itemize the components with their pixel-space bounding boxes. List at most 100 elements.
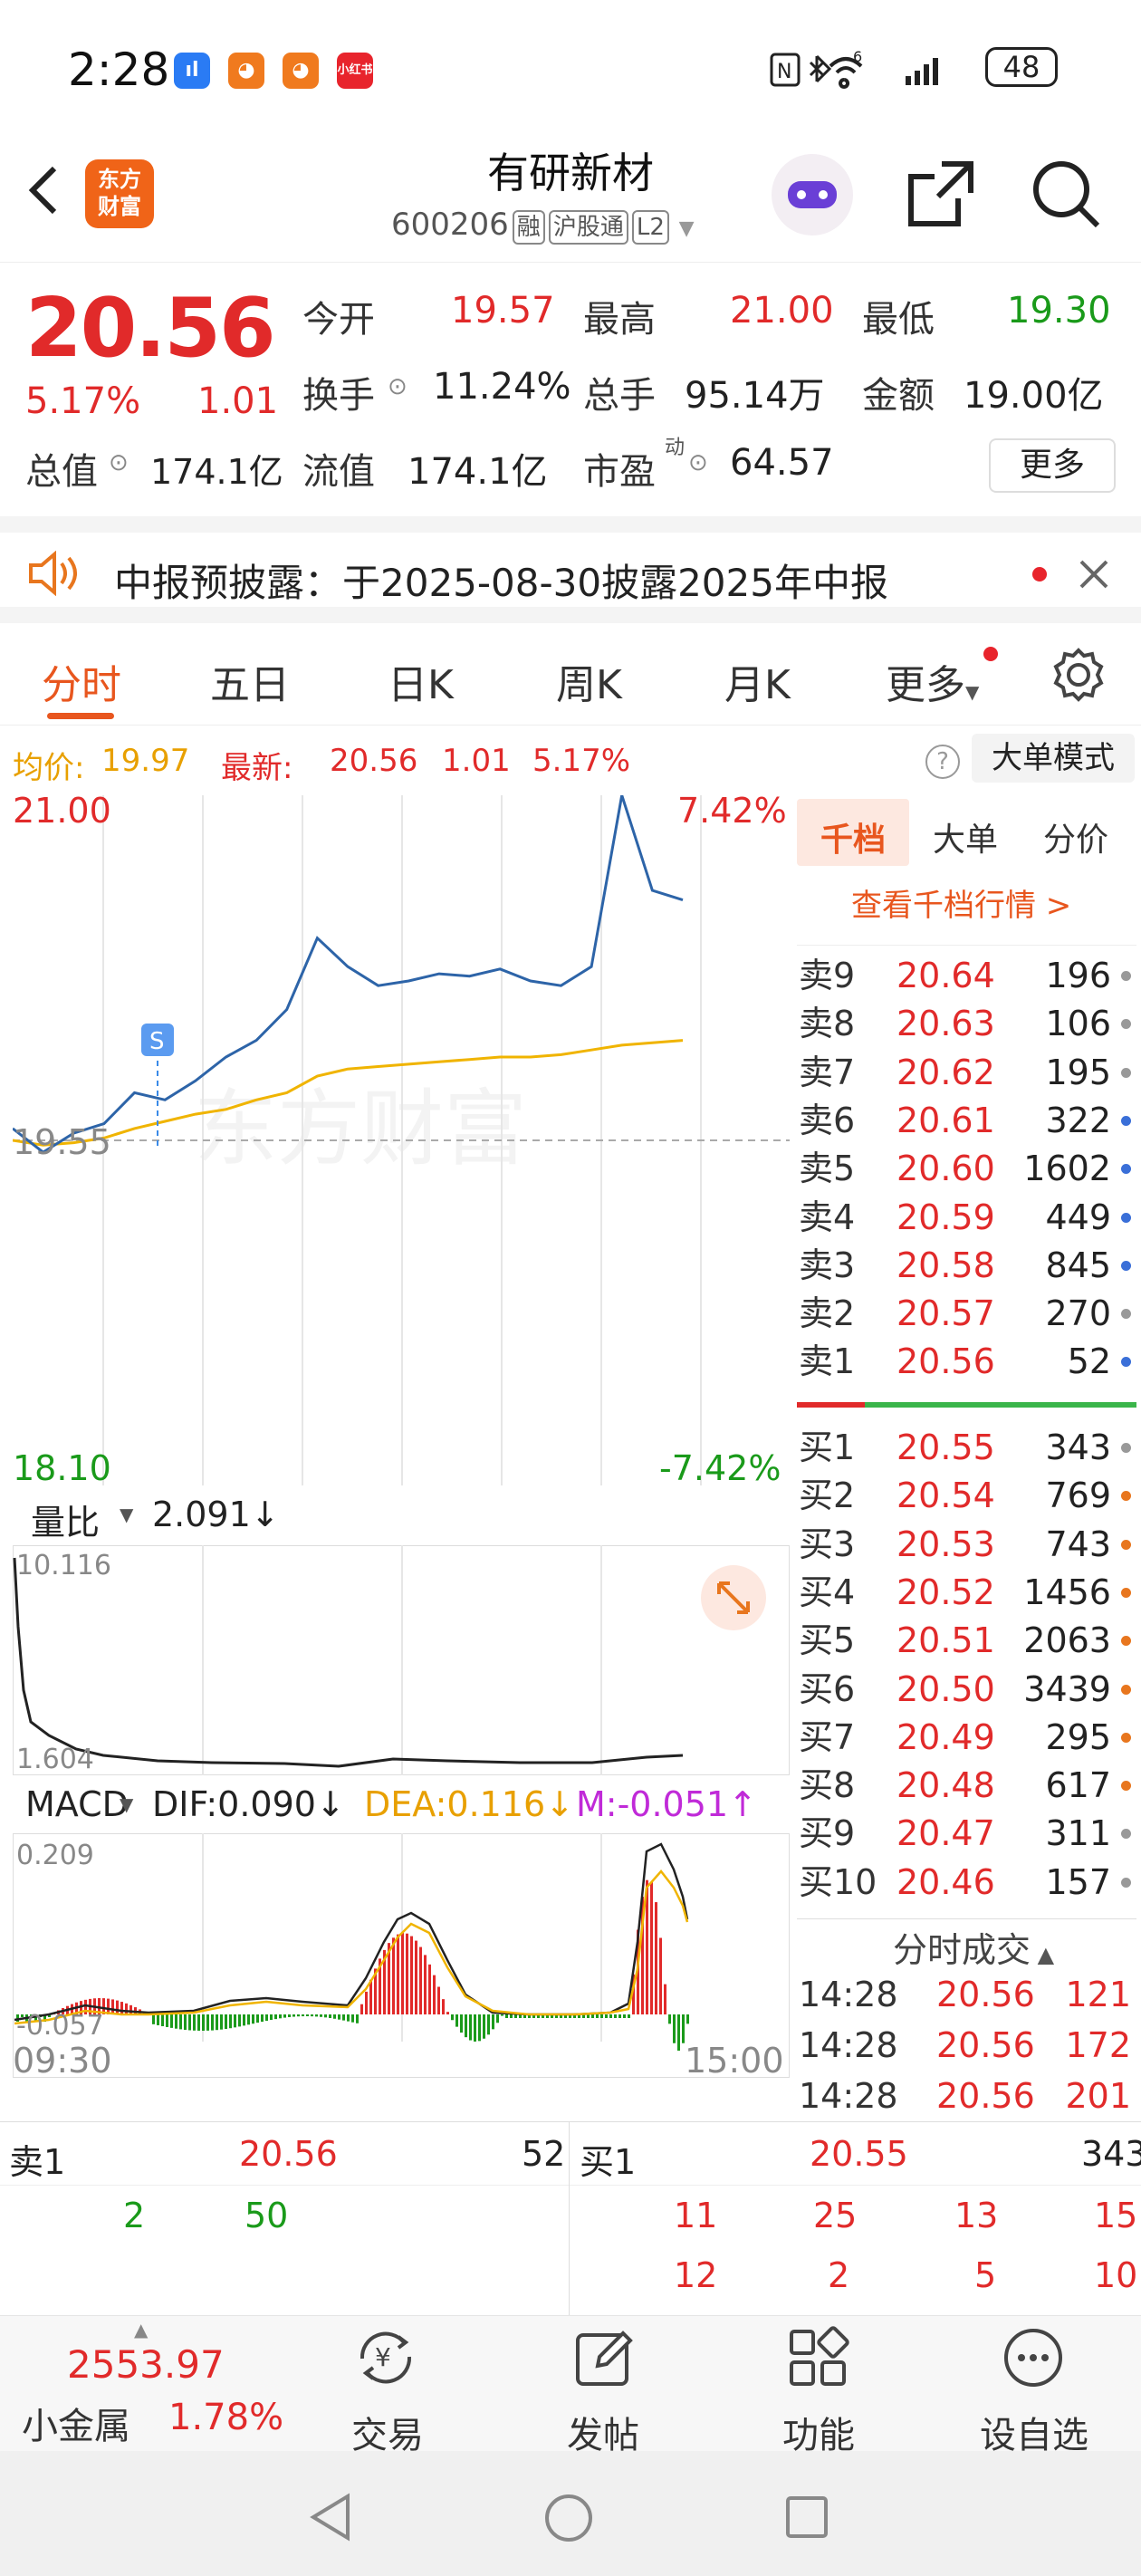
low-label: 最低	[862, 299, 935, 341]
functions-grid-icon[interactable]	[786, 2326, 849, 2389]
macd-bar	[442, 1999, 445, 2014]
tab-five-day[interactable]: 五日	[210, 652, 290, 710]
macd-bar	[668, 2014, 671, 2024]
ask-row: 卖2 20.57 270	[797, 1290, 1136, 1338]
bid-dot-icon	[1121, 1587, 1131, 1598]
view-thousand-levels-link[interactable]: 查看千档行情 >	[851, 880, 1071, 925]
open-label: 今开	[302, 299, 375, 341]
bid-volume: 743	[1045, 1523, 1111, 1564]
search-icon[interactable]	[1031, 159, 1101, 229]
settings-gear-icon[interactable]	[1050, 647, 1107, 703]
macd-bar	[320, 2014, 322, 2017]
macd-bar	[188, 2014, 191, 2031]
macd-bar	[265, 2014, 268, 2022]
ticks-title[interactable]: 分时成交 ▲	[893, 1922, 1054, 1972]
bid-row: 买1 20.55 343	[797, 1424, 1136, 1472]
queue-sell-price: 20.56	[239, 2134, 338, 2174]
chart-mid-price: 19.55	[13, 1122, 111, 1162]
help-icon[interactable]: ?	[925, 745, 960, 779]
ask-volume: 196	[1045, 956, 1111, 995]
ask-dot-icon	[1121, 1164, 1131, 1175]
volume-label: 总手	[583, 375, 656, 417]
index-pct[interactable]: 1.78%	[168, 2397, 283, 2438]
ask-level: 卖4	[799, 1197, 856, 1237]
tab-intraday[interactable]: 分时	[42, 652, 121, 710]
system-back-icon[interactable]	[308, 2493, 353, 2542]
tick-time: 14:28	[799, 2076, 898, 2116]
macd-bar	[234, 2014, 236, 2028]
ask-row: 卖6 20.61 322	[797, 1097, 1136, 1145]
queue-buy-order: 13	[954, 2196, 999, 2235]
macd-bar	[329, 2014, 331, 2019]
vr-value: 2.091↓	[152, 1495, 280, 1534]
ask-dot-icon	[1121, 1212, 1131, 1223]
last-change-value: 1.01	[442, 743, 511, 779]
dropdown-caret-icon[interactable]: ▼	[120, 1793, 133, 1815]
xiaohongshu-app-icon: 小红书	[337, 53, 373, 89]
macd-bar	[193, 2014, 196, 2031]
queue-sell-order: 2	[123, 2196, 146, 2235]
macd-label: MACD	[25, 1784, 129, 1824]
dropdown-caret-icon[interactable]: ▼	[120, 1504, 133, 1525]
close-icon[interactable]	[1076, 556, 1112, 592]
index-name[interactable]: 小金属	[22, 2397, 130, 2449]
tab-daily-k[interactable]: 日K	[388, 652, 454, 710]
status-time: 2:28	[68, 43, 170, 96]
share-icon[interactable]	[906, 159, 976, 229]
notice-bar[interactable]: 中报预披露：于2025-08-30披露2025年中报	[0, 516, 1141, 623]
macd-bar	[179, 2014, 182, 2030]
tab-more-dot	[983, 647, 998, 661]
tab-weekly-k[interactable]: 周K	[556, 652, 622, 710]
battery-indicator: 48	[985, 47, 1058, 87]
ob-tab-thousand[interactable]: 千档	[820, 813, 886, 860]
volume-ratio-header[interactable]: 量比 ▼ 2.091↓	[13, 1489, 790, 1543]
macd-bar	[225, 2014, 227, 2029]
chart-top-price: 21.00	[13, 795, 111, 831]
macd-bar	[600, 2014, 603, 2018]
macd-chart[interactable]: 0.209 -0.057 09:30 15:00	[13, 1833, 790, 2078]
system-home-icon[interactable]	[543, 2493, 594, 2543]
bid-level: 买4	[799, 1572, 856, 1612]
info-circle-icon[interactable]: ⊙	[109, 449, 129, 476]
trade-icon[interactable]: ¥	[353, 2326, 420, 2389]
macd-bar	[238, 2014, 241, 2027]
vr-min-label: 1.604	[16, 1744, 94, 1775]
margin-tag: 融	[512, 210, 545, 245]
macd-bar	[650, 1881, 653, 2014]
connect-tag: 沪股通	[548, 210, 628, 245]
add-watchlist-icon[interactable]	[1002, 2326, 1065, 2389]
macd-bar	[229, 2014, 232, 2029]
tab-monthly-k[interactable]: 月K	[724, 652, 791, 710]
ask-level: 卖9	[799, 956, 856, 995]
index-value[interactable]: 2553.97	[67, 2342, 225, 2387]
volume-ratio-chart[interactable]: 10.116 1.604	[13, 1545, 790, 1775]
info-circle-icon[interactable]: ⊙	[388, 373, 408, 400]
macd-bar	[324, 2014, 327, 2018]
macd-bar	[125, 2003, 128, 2014]
ob-tab-big-orders[interactable]: 大单	[933, 813, 998, 860]
info-circle-icon[interactable]: ⊙	[688, 449, 708, 476]
robot-assistant-icon[interactable]	[772, 154, 853, 235]
dropdown-caret-icon[interactable]: ▼	[679, 217, 695, 240]
system-recents-icon[interactable]	[784, 2494, 829, 2540]
bid-dot-icon	[1121, 1539, 1131, 1550]
more-button[interactable]: 更多	[989, 438, 1116, 493]
ask-level: 卖6	[799, 1100, 856, 1140]
divider	[0, 2121, 1141, 2122]
tick-price: 20.56	[936, 2076, 1035, 2116]
float-label: 流值	[302, 451, 375, 493]
ob-tab-price-dist[interactable]: 分价	[1043, 813, 1108, 860]
ask-price: 20.64	[896, 956, 995, 995]
macd-bar	[474, 2014, 476, 2042]
big-order-mode-button[interactable]: 大单模式	[972, 734, 1135, 783]
bid-price: 20.52	[896, 1572, 995, 1612]
bid-level: 买6	[799, 1668, 856, 1709]
macd-bar	[247, 2014, 250, 2025]
index-switch-caret-icon[interactable]: ▲	[134, 2319, 148, 2341]
bid-volume: 2063	[1023, 1620, 1111, 1661]
post-edit-icon[interactable]	[572, 2326, 636, 2389]
high-label: 最高	[583, 299, 656, 341]
intraday-chart[interactable]: 东方财富 S 21.00 7.42% 19.55 18.10 -7.42%	[13, 795, 790, 1485]
macd-header[interactable]: MACD ▼ DIF:0.090↓ DEA:0.116↓ M:-0.051↑	[13, 1779, 790, 1831]
tab-more[interactable]: 更多▼	[886, 652, 979, 710]
